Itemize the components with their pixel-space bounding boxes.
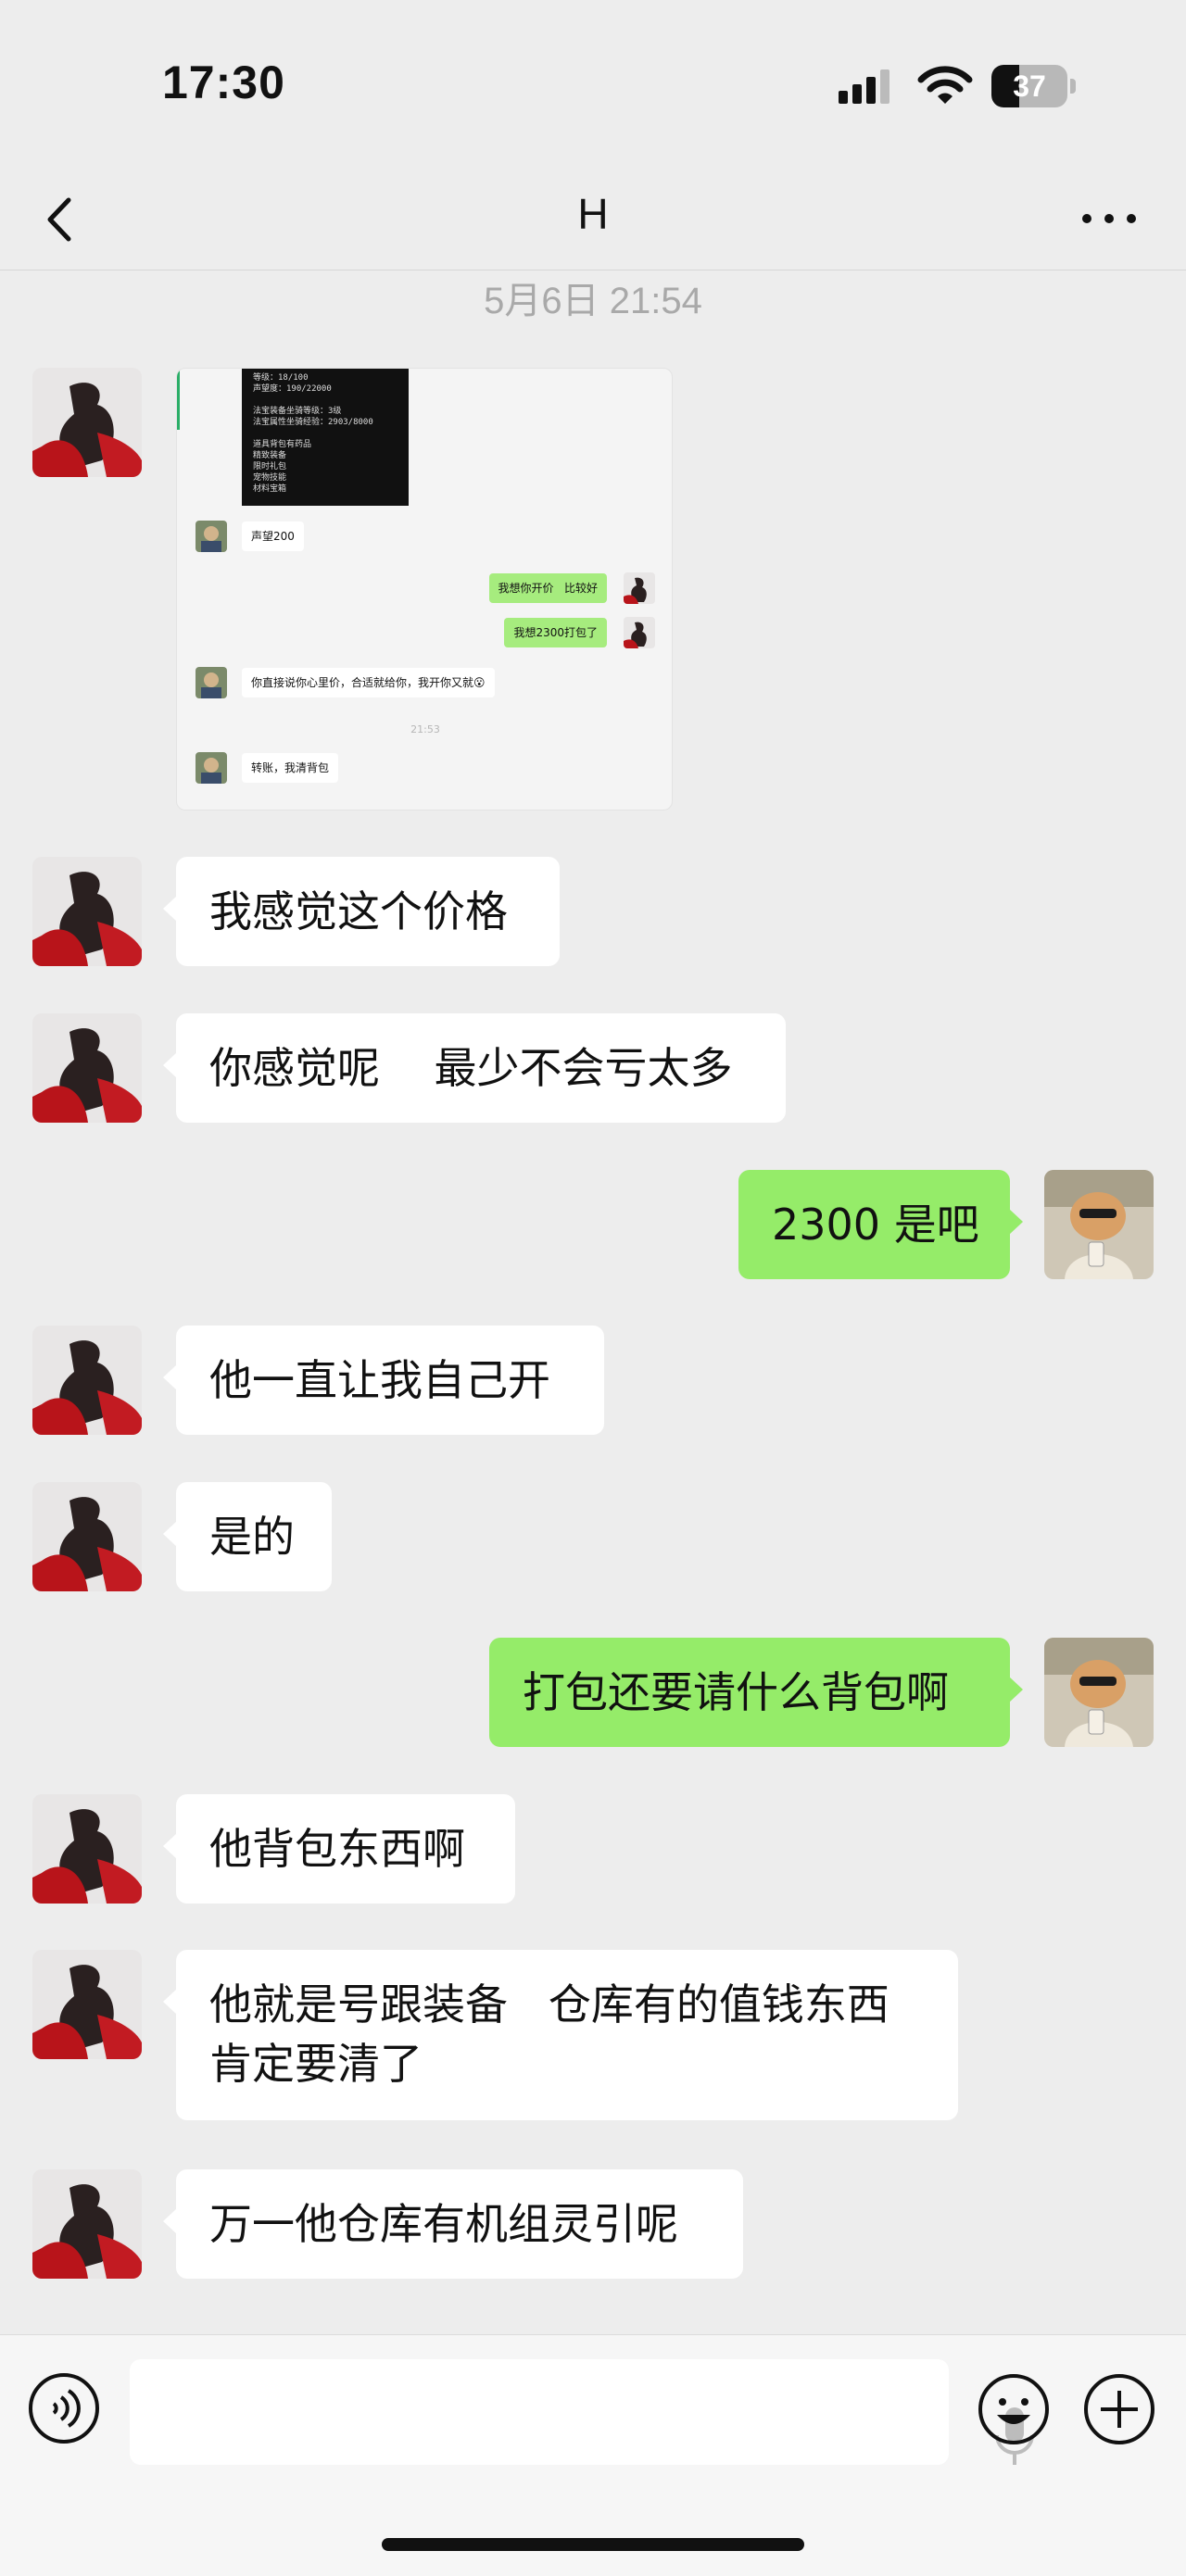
contact-avatar[interactable] <box>32 1482 142 1591</box>
contact-avatar[interactable] <box>32 1326 142 1435</box>
game-text-line: 法宝装备坐骑等级：3级 <box>253 407 342 416</box>
incoming-message-bubble[interactable]: 他背包东西啊 <box>163 1794 515 1904</box>
screenshot-incoming-bubble: 你直接说你心里价，合适就给你，我开你又就😮 <box>242 668 495 697</box>
game-text-line: 材料宝箱 <box>253 484 287 494</box>
incoming-message-bubble[interactable]: 是的 <box>163 1482 332 1591</box>
incoming-message-bubble[interactable]: 他一直让我自己开 <box>163 1326 604 1435</box>
incoming-message-bubble[interactable]: 我感觉这个价格 <box>163 857 560 966</box>
game-text-line: 等级：18/100 <box>253 373 309 383</box>
screenshot-incoming-bubble: 转账，我清背包 <box>242 753 339 783</box>
incoming-message-bubble[interactable]: 你感觉呢 最少不会亏太多 <box>163 1013 786 1123</box>
contact-avatar[interactable] <box>32 1950 142 2059</box>
more-options-icon[interactable] <box>1079 204 1139 233</box>
my-avatar[interactable] <box>1044 1170 1154 1279</box>
mini-avatar <box>196 752 227 784</box>
outgoing-message-bubble[interactable]: 2300 是吧 <box>738 1170 1023 1279</box>
cellular-signal-icon <box>839 69 890 104</box>
game-text-line: 精致装备 <box>253 451 287 460</box>
game-text-line <box>253 428 397 439</box>
status-time: 17:30 <box>162 57 285 108</box>
contact-avatar[interactable] <box>32 857 142 966</box>
message-input[interactable] <box>130 2359 1034 2465</box>
game-text-line: 声望度：190/22000 <box>253 384 332 394</box>
chat-header: H <box>0 167 1186 270</box>
mini-avatar <box>624 572 655 604</box>
home-indicator <box>382 2538 804 2551</box>
battery-icon: 37 <box>991 65 1077 109</box>
mini-avatar <box>624 617 655 648</box>
my-avatar[interactable] <box>1044 1638 1154 1747</box>
battery-percent: 37 <box>1013 69 1046 103</box>
game-text-line: 道具背包有药品 <box>253 440 312 449</box>
emoji-icon[interactable] <box>977 2372 1051 2446</box>
game-text-line: 限时礼包 <box>253 462 287 471</box>
wifi-icon <box>917 66 973 104</box>
contact-avatar[interactable] <box>32 1794 142 1904</box>
incoming-message-bubble[interactable]: 他就是号跟装备 仓库有的值钱东西 肯定要清了 <box>163 1950 958 2120</box>
plus-icon[interactable] <box>1082 2372 1156 2446</box>
screenshot-timestamp: 21:53 <box>410 723 440 735</box>
screenshot-incoming-bubble: 声望200 <box>242 521 304 551</box>
screenshot-outgoing-bubble: 我想你开价 比较好 <box>488 573 607 603</box>
contact-avatar[interactable] <box>32 368 142 477</box>
contact-avatar[interactable] <box>32 2169 142 2279</box>
outgoing-message-bubble[interactable]: 打包还要请什么背包啊 <box>489 1638 1023 1747</box>
incoming-message-bubble[interactable]: 万一他仓库有机组灵引呢 <box>163 2169 743 2279</box>
status-bar: 17:30 37 <box>0 0 1186 167</box>
screenshot-outgoing-bubble: 我想2300打包了 <box>504 618 607 647</box>
game-screenshot: 等级：18/100 声望度：190/22000 法宝装备坐骑等级：3级法宝属性坐骑经… <box>242 369 409 506</box>
game-text-line: 宠物技能 <box>253 473 287 483</box>
contact-avatar[interactable] <box>32 1013 142 1123</box>
mini-avatar <box>196 667 227 698</box>
message-timestamp: 5月6日 21:54 <box>484 281 702 321</box>
game-text-line <box>253 395 397 406</box>
voice-mode-icon[interactable] <box>28 2372 100 2444</box>
chat-title: H <box>577 190 609 238</box>
mini-avatar <box>196 521 227 552</box>
game-text-line: 法宝属性坐骑经验：2903/8000 <box>253 418 373 427</box>
shared-screenshot-image[interactable]: 等级：18/100 声望度：190/22000 法宝装备坐骑等级：3级法宝属性坐骑经… <box>176 368 673 810</box>
